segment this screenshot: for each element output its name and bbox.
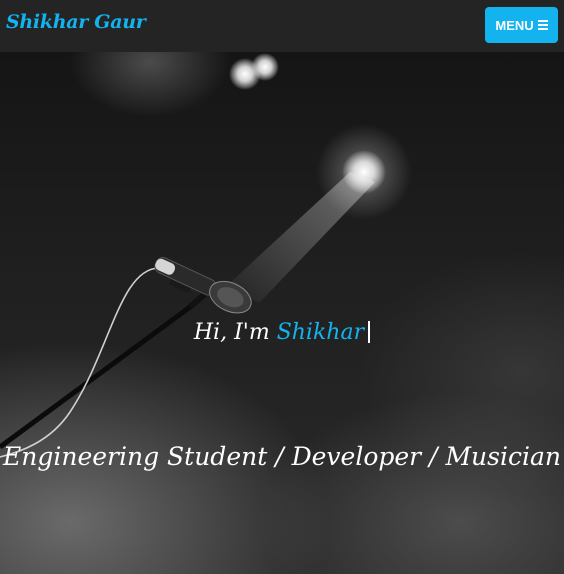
brand-logo[interactable]: Shikhar Gaur [6,11,146,33]
hero-greeting: Hi, I'm Shikhar [0,320,564,345]
hero-tagline: Engineering Student / Developer / Musici… [3,442,561,471]
menu-button[interactable]: MENU [485,7,558,43]
typing-cursor [368,321,371,343]
hamburger-icon [537,20,548,30]
hero-section: Hi, I'm Shikhar Engineering Student / De… [0,52,564,574]
navbar: Shikhar Gaur MENU [0,0,564,52]
menu-label: MENU [495,17,534,33]
microphone-stage-image [0,53,412,458]
greeting-name: Shikhar [276,320,365,345]
greeting-prefix: Hi, I'm [193,320,270,345]
